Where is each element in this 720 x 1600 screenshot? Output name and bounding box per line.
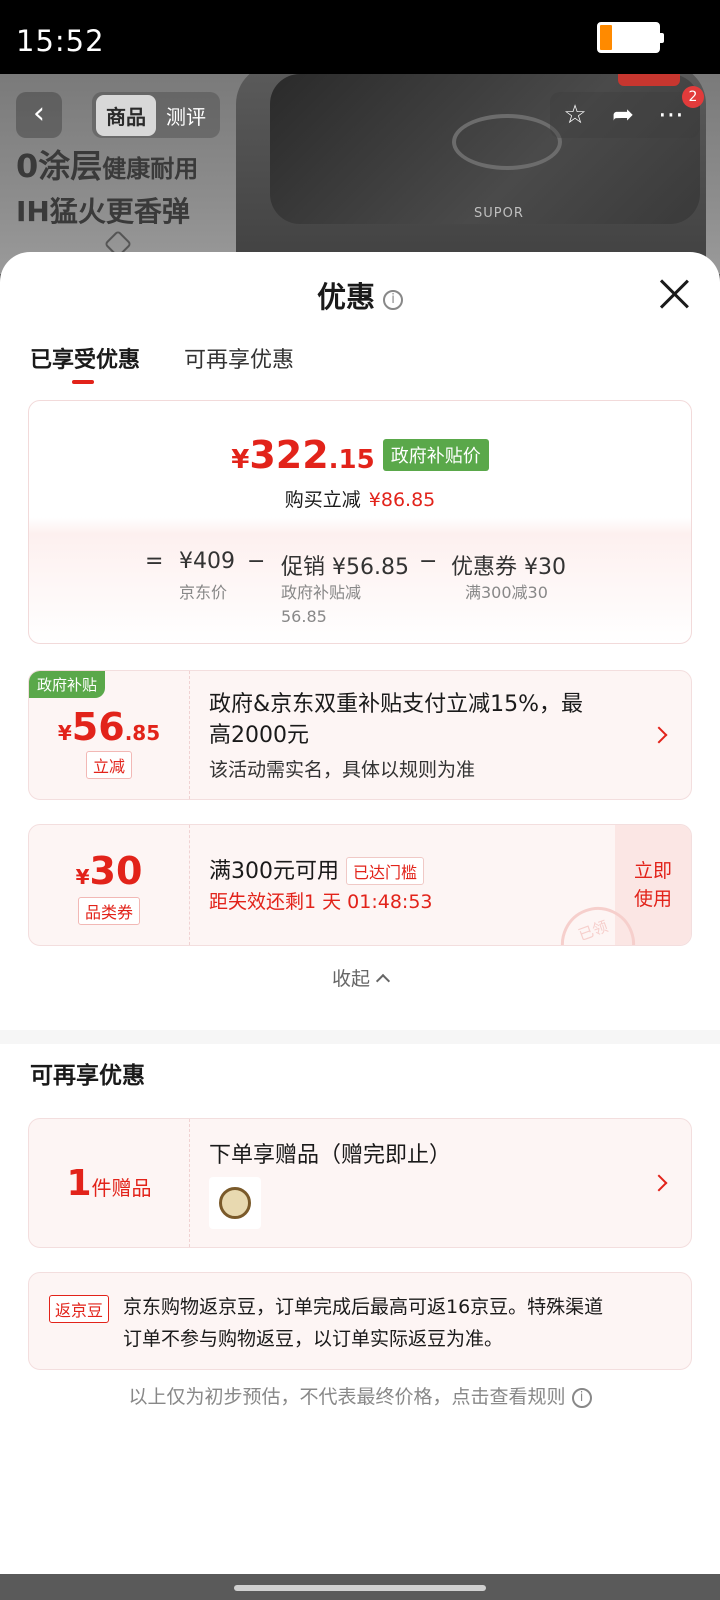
info-icon[interactable]: i — [383, 290, 403, 310]
discount-sheet: 优惠 i 已享受优惠 可再享优惠 ¥322.15 政府补贴价 购买立减 ¥86.85 … — [0, 252, 720, 1574]
notification-badge: 2 — [682, 86, 704, 108]
promo-deduction: 促销 ¥56.85 — [281, 555, 409, 580]
back-button[interactable]: ‹ — [16, 92, 62, 138]
coupon-label: 满300减30 — [465, 583, 548, 602]
gov-price-tag: 政府补贴价 — [382, 439, 489, 471]
collapse-button[interactable]: 收起 — [0, 964, 720, 991]
gov-subsidy-amount: ¥56.85 — [57, 705, 161, 749]
product-promo-text: 0涂层健康耐用 IH猛火更香弹 — [16, 147, 199, 228]
promo-badge — [618, 74, 680, 86]
total-saving: 购买立减 ¥86.85 — [284, 489, 436, 511]
gov-subsidy-desc: 该活动需实名，具体以规则为准 — [209, 759, 476, 781]
base-price: ¥409 — [179, 549, 235, 574]
status-time: 15:52 — [16, 24, 105, 58]
more-icon[interactable]: ⋯ — [656, 100, 686, 130]
gov-subsidy-tag: 政府补贴 — [29, 671, 106, 698]
top-actions: ☆ ➦ ⋯ 2 — [550, 86, 704, 138]
chevron-right-icon — [650, 726, 668, 744]
gift-thumbnail[interactable] — [209, 1177, 261, 1229]
gov-subsidy-card[interactable]: 政府补贴 ¥56.85 立减 政府&京东双重补贴支付立减15%，最 高2000元… — [28, 670, 692, 800]
chevron-up-icon — [375, 973, 391, 989]
gov-subsidy-title: 政府&京东双重补贴支付立减15%，最 高2000元 — [209, 692, 584, 748]
jd-bean-desc: 京东购物返京豆，订单完成后最高可返16京豆。特殊渠道 订单不参与购物返豆，以订单… — [123, 1296, 604, 1350]
close-button[interactable] — [658, 278, 690, 310]
final-price-row: ¥322.15 政府补贴价 — [29, 433, 691, 477]
favorite-star-icon[interactable]: ☆ — [560, 100, 590, 130]
promo-label: 政府补贴减 — [281, 583, 362, 602]
price-disclaimer[interactable]: 以上仅为初步预估，不代表最终价格，点击查看规则 i — [0, 1382, 720, 1409]
product-tabs: 商品 测评 — [92, 92, 220, 138]
share-icon[interactable]: ➦ — [608, 100, 638, 130]
tab-review[interactable]: 测评 — [156, 95, 216, 136]
instant-discount-chip: 立减 — [85, 751, 132, 779]
final-price: ¥322.15 — [231, 433, 375, 477]
tab-enjoyed-discounts[interactable]: 已享受优惠 — [30, 342, 140, 374]
gift-product-image — [219, 1187, 251, 1219]
home-indicator[interactable] — [234, 1585, 486, 1591]
battery-icon — [597, 22, 664, 53]
threshold-reached-chip: 已达门槛 — [346, 857, 425, 885]
chevron-right-icon — [650, 1174, 668, 1192]
jd-bean-card: 返京豆 京东购物返京豆，订单完成后最高可返16京豆。特殊渠道 订单不参与购物返豆… — [28, 1272, 692, 1370]
jd-bean-tag: 返京豆 — [49, 1295, 110, 1323]
info-icon: i — [571, 1388, 592, 1408]
battery-level — [600, 25, 612, 50]
coupon-deduction: 优惠券 ¥30 — [451, 555, 566, 580]
coupon-countdown: 距失效还剩1 天 01:48:53 — [209, 891, 433, 913]
category-coupon-chip: 品类券 — [77, 897, 140, 925]
base-price-label: 京东价 — [179, 583, 228, 602]
sheet-title: 优惠 i — [0, 274, 720, 316]
system-nav-bar — [0, 1574, 720, 1600]
gift-count: 1件赠品 — [66, 1163, 152, 1204]
section-divider — [0, 1030, 720, 1044]
product-brand: SUPOR — [474, 206, 524, 221]
status-bar: 15:52 — [0, 0, 720, 74]
gift-card[interactable]: 1件赠品 下单享赠品（赠完即止） — [28, 1118, 692, 1248]
tab-product[interactable]: 商品 — [96, 94, 156, 136]
coupon-card: ¥30 品类券 满300元可用 已达门槛 距失效还剩1 天 01:48:53 立… — [28, 824, 692, 946]
promo-label-value: 56.85 — [281, 607, 327, 626]
price-summary-card: ¥322.15 政府补贴价 购买立减 ¥86.85 = ¥409 − 促销 ¥56.… — [28, 400, 692, 644]
product-header: SUPOR 0涂层健康耐用 IH猛火更香弹 ‹ 商品 测评 ☆ ➦ ⋯ 2 — [0, 74, 720, 274]
tab-more-discounts[interactable]: 可再享优惠 — [184, 342, 294, 374]
more-discounts-title: 可再享优惠 — [30, 1063, 145, 1089]
coupon-amount: ¥30 — [75, 849, 143, 893]
tab-indicator — [72, 380, 94, 384]
coupon-condition: 满300元可用 已达门槛 — [209, 853, 425, 885]
gift-title: 下单享赠品（赠完即止） — [209, 1143, 452, 1168]
